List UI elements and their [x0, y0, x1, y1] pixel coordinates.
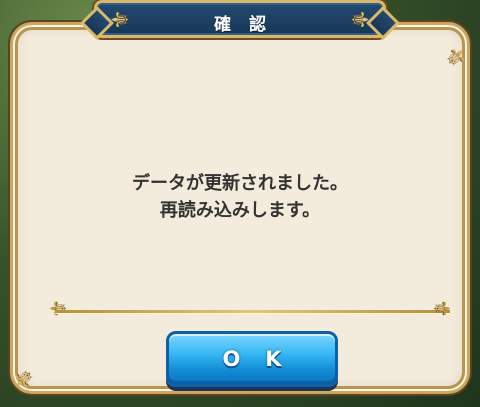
dialog-title: 確認	[214, 15, 284, 35]
divider-fleur-icon: ⚜	[429, 299, 454, 318]
ok-button[interactable]: OK	[166, 331, 338, 387]
ok-button-label: OK	[222, 347, 307, 371]
fleur-icon: ⚜	[346, 9, 373, 30]
divider-fleur-icon: ⚜	[45, 299, 70, 318]
divider	[55, 310, 450, 313]
confirmation-dialog: ⚜ ⚜ データが更新されました。 再読み込みします。 ⚜ ⚜ OK	[6, 22, 474, 397]
corner-fleur-icon: ⚜	[438, 39, 474, 75]
message-line: 再読み込みします。	[159, 200, 321, 221]
corner-fleur-icon: ⚜	[6, 361, 42, 397]
game-screen: ⚜ ⚜ データが更新されました。 再読み込みします。 ⚜ ⚜ OK ⚜ 確認 ⚜	[0, 0, 480, 407]
message-line: データが更新されました。	[132, 173, 348, 194]
dialog-title-bar: ⚜ 確認 ⚜	[94, 0, 386, 38]
dialog-message: データが更新されました。 再読み込みします。	[23, 170, 457, 224]
